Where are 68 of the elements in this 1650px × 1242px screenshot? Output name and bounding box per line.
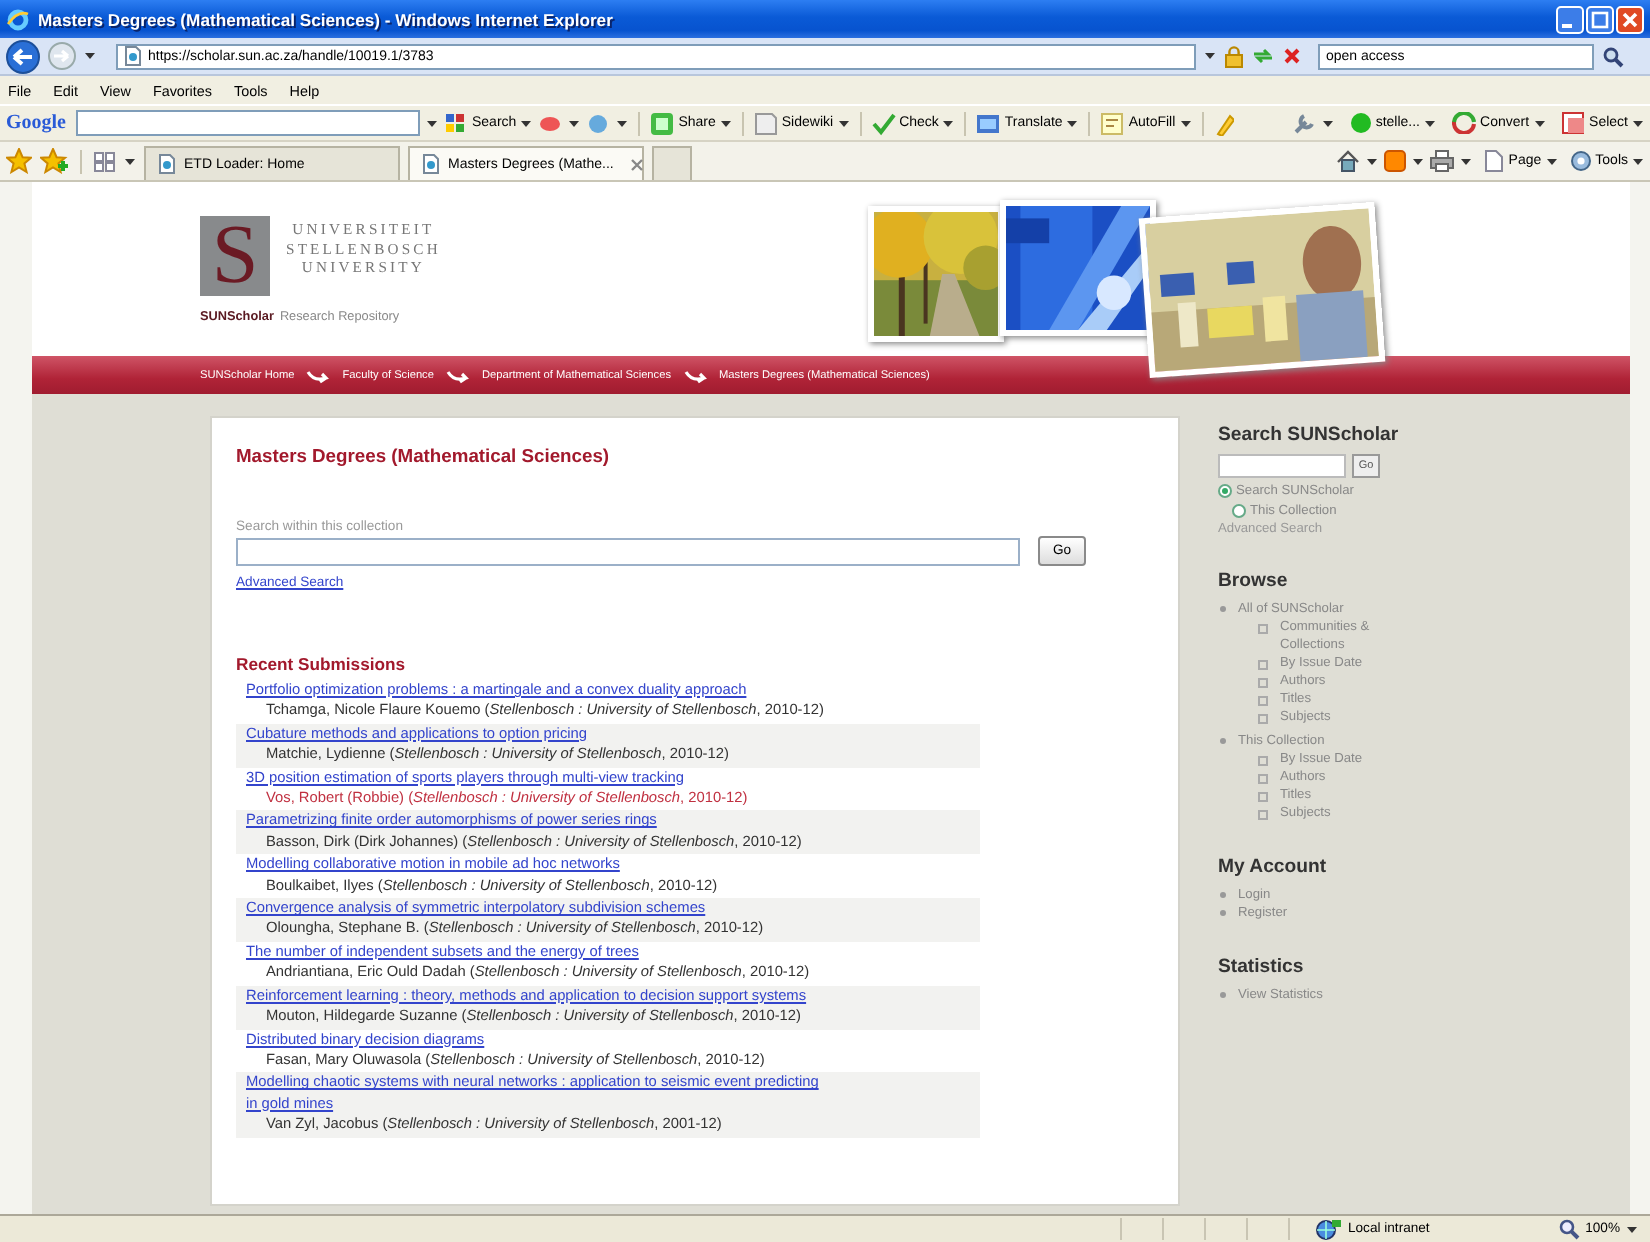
browser-icon (6, 7, 30, 31)
caret-icon[interactable] (568, 117, 581, 129)
caret-icon[interactable] (837, 117, 850, 129)
caret-icon[interactable] (1321, 117, 1334, 129)
stop-icon[interactable] (1282, 46, 1302, 66)
search-field[interactable] (236, 537, 1020, 565)
google-logo: Google (6, 112, 66, 134)
grid-icon[interactable] (94, 151, 116, 171)
caret-icon[interactable] (1366, 155, 1379, 167)
university-logo: S (200, 216, 270, 296)
caret-icon[interactable] (942, 117, 955, 129)
refresh-icon[interactable] (1252, 46, 1274, 66)
caret-icon[interactable] (520, 117, 533, 129)
note-icon[interactable] (1100, 111, 1125, 135)
caret-icon[interactable] (1424, 117, 1437, 129)
dropdown-caret-icon[interactable] (1204, 50, 1216, 62)
sidebar-heading: Search SUNScholar (1218, 424, 1401, 446)
radio-button[interactable] (1232, 504, 1246, 518)
caret-icon[interactable] (1626, 1223, 1638, 1235)
caret-icon[interactable] (1412, 155, 1425, 167)
sidebar-heading: Statistics (1218, 956, 1306, 978)
page-icon (124, 46, 142, 66)
search-field[interactable] (1218, 454, 1346, 478)
section-heading: Recent Submissions (236, 654, 408, 674)
gear-icon (1569, 150, 1592, 172)
arrow-icon (683, 367, 707, 383)
home-icon[interactable] (1336, 150, 1361, 172)
caret-icon[interactable] (719, 117, 732, 129)
feed-icon[interactable] (1384, 150, 1407, 172)
zoom-icon[interactable] (1557, 1218, 1580, 1240)
select-icon[interactable] (1561, 112, 1586, 134)
caret-icon[interactable] (616, 117, 629, 129)
page-icon (158, 154, 176, 174)
caret-icon[interactable] (1632, 155, 1644, 167)
caret-icon[interactable] (1533, 117, 1546, 129)
globe-icon (1314, 1218, 1342, 1240)
caret-icon[interactable] (1066, 117, 1079, 129)
caret-icon[interactable] (1179, 117, 1192, 129)
close-button[interactable] (1616, 5, 1644, 33)
sidebar-heading: Browse (1218, 570, 1290, 592)
squares-icon[interactable] (444, 111, 468, 135)
printer-icon[interactable] (1430, 150, 1455, 172)
star-icon[interactable] (6, 148, 32, 174)
maximize-button[interactable] (1586, 5, 1614, 33)
checkmark-icon[interactable] (871, 111, 896, 135)
star-plus-icon[interactable] (40, 148, 68, 174)
caret-icon[interactable] (1632, 117, 1644, 129)
arrow-icon (306, 367, 331, 383)
search-button[interactable] (1602, 45, 1624, 67)
square-icon[interactable] (976, 111, 1001, 135)
page-icon[interactable] (753, 111, 778, 135)
caret-icon[interactable] (426, 117, 438, 129)
radio-button[interactable] (1218, 484, 1232, 498)
close-icon[interactable] (629, 157, 644, 171)
minimize-button[interactable] (1556, 5, 1584, 33)
caret-icon[interactable] (1460, 155, 1473, 167)
cycle-icon[interactable] (1452, 112, 1477, 134)
history-caret-icon[interactable] (84, 50, 96, 62)
caret-icon[interactable] (124, 155, 136, 167)
caret-icon[interactable] (1545, 155, 1558, 167)
page-icon (422, 154, 440, 174)
page-icon (1484, 150, 1505, 172)
back-button[interactable] (6, 39, 40, 73)
arrow-icon (445, 367, 470, 383)
window-title: Masters Degrees (Mathematical Sciences) - Windows Internet Explorer (38, 9, 615, 29)
sidebar-heading: My Account (1218, 856, 1329, 878)
collection-title: Masters Degrees (Mathematical Sciences) (236, 444, 612, 466)
search-field[interactable] (76, 110, 420, 136)
